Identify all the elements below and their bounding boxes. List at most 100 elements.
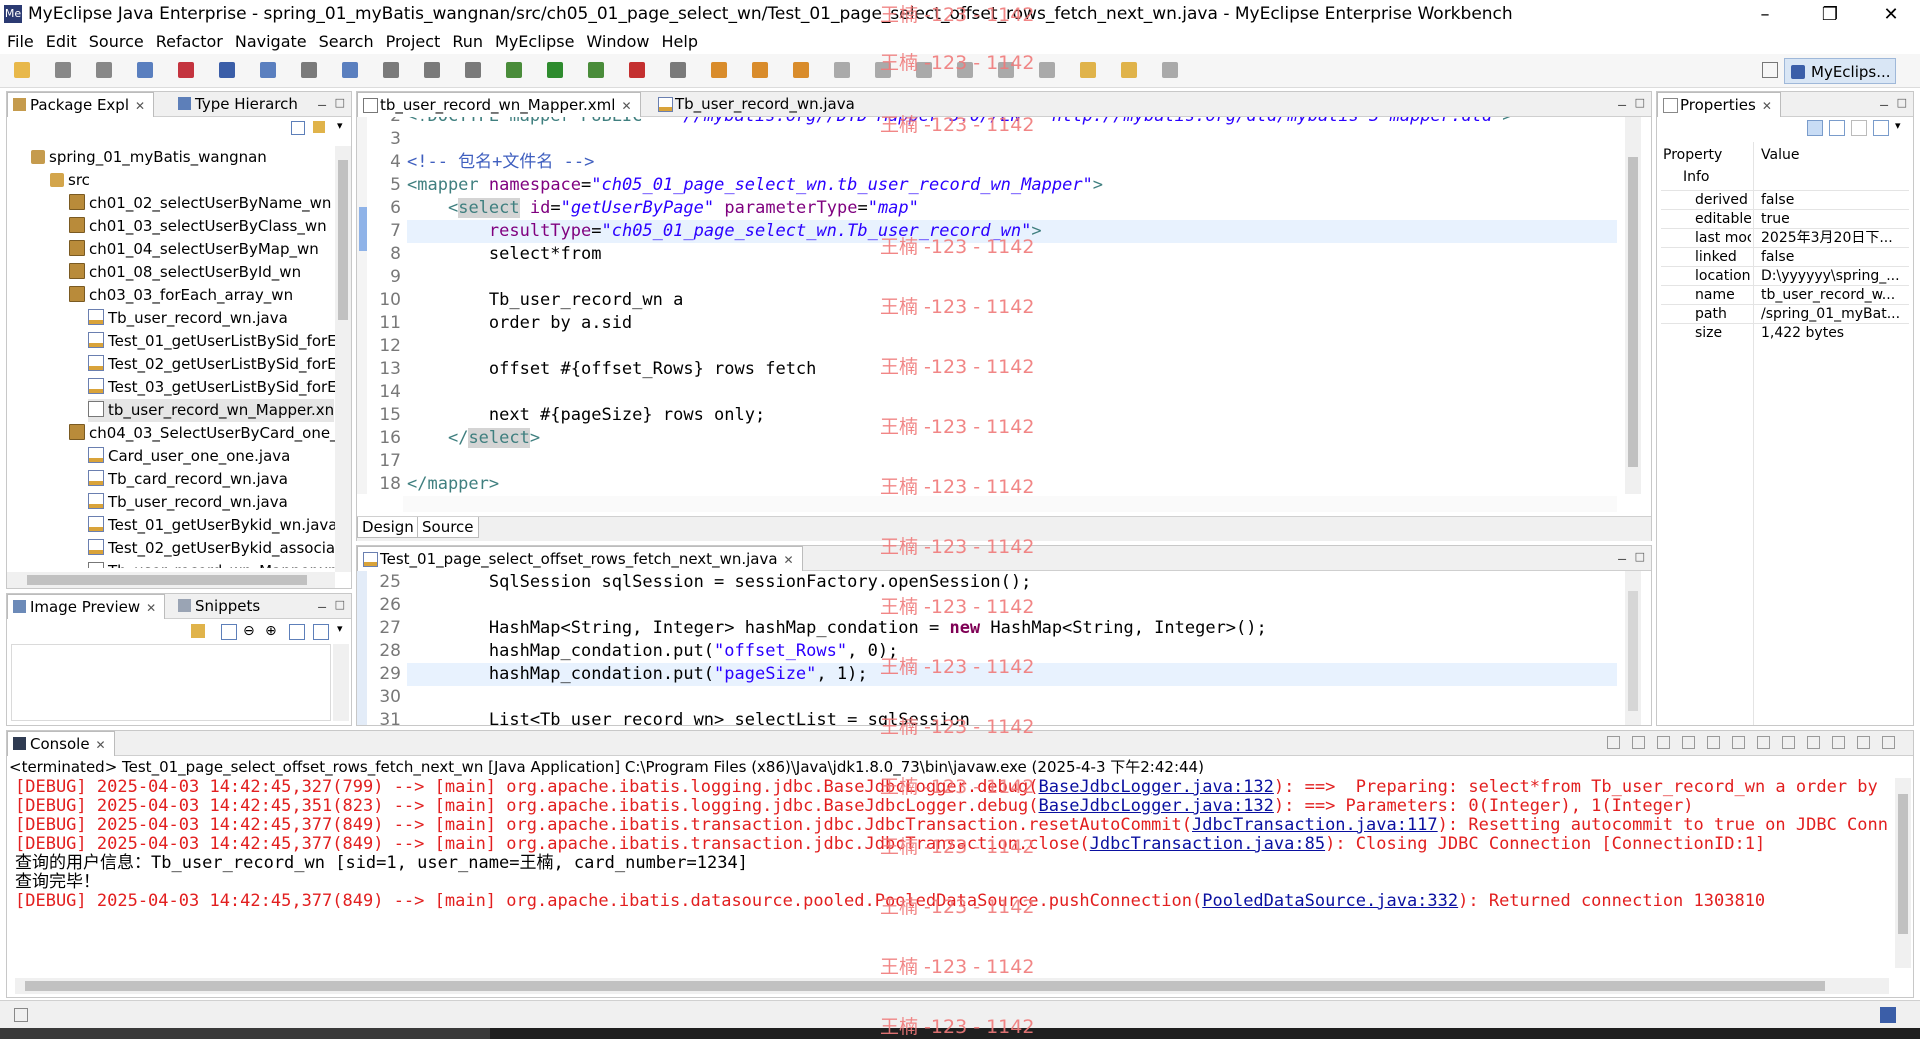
external-tools-icon[interactable] (629, 62, 645, 78)
code-line[interactable]: hashMap_condation.put("pageSize", 1); (407, 663, 868, 686)
scrollbar-thumb[interactable] (1628, 591, 1638, 711)
menu-refactor[interactable]: Refactor (149, 30, 228, 54)
property-value[interactable]: false (1761, 248, 1794, 267)
deploy-icon[interactable] (178, 62, 194, 78)
menu-source[interactable]: Source (82, 30, 149, 54)
fast-view-icon[interactable] (14, 1008, 28, 1022)
tree-item[interactable]: Test_02_getUserListBySid_forE (88, 353, 335, 376)
tree-item[interactable]: Test_03_getUserListBySid_forE (88, 376, 335, 399)
code-line[interactable]: HashMap<String, Integer> hashMap_condati… (407, 617, 1267, 640)
fit-window-icon[interactable] (313, 624, 329, 640)
package-icon[interactable] (670, 62, 686, 78)
maximize-view-icon[interactable]: □ (1897, 96, 1907, 109)
close-icon[interactable]: ✕ (96, 738, 106, 752)
scrollbar-thumb[interactable] (1898, 794, 1908, 934)
search-icon[interactable] (342, 62, 358, 78)
code-line[interactable]: <!-- 包名+文件名 --> (407, 151, 594, 174)
back-icon[interactable] (1080, 62, 1096, 78)
stacktrace-link[interactable]: JdbcTransaction.java:85 (1090, 834, 1325, 854)
java-vertical-scrollbar[interactable] (1625, 571, 1641, 725)
save-all-icon[interactable] (96, 62, 112, 78)
code-line[interactable]: offset #{offset_Rows} rows fetch (407, 358, 817, 381)
minimize-button[interactable]: – (1740, 0, 1790, 30)
coverage-icon[interactable] (588, 62, 604, 78)
property-name[interactable]: linked (1695, 248, 1751, 267)
property-value[interactable]: tb_user_record_w... (1761, 286, 1895, 305)
tab-properties[interactable]: Properties ✕ (1657, 92, 1781, 117)
edit-icon[interactable] (875, 62, 891, 78)
code-line[interactable]: select*from (407, 243, 602, 266)
link-with-editor-icon[interactable] (313, 121, 325, 133)
menu-navigate[interactable]: Navigate (228, 30, 312, 54)
minimize-view-icon[interactable]: ⚊ (317, 598, 327, 611)
console-vertical-scrollbar[interactable] (1895, 778, 1911, 968)
tab-design[interactable]: Design (357, 517, 419, 538)
build-icon[interactable] (424, 62, 440, 78)
code-line[interactable]: <select id="getUserByPage" parameterType… (407, 197, 919, 220)
tasks-icon[interactable] (957, 62, 973, 78)
open-type-icon[interactable] (260, 62, 276, 78)
menu-file[interactable]: File (0, 30, 39, 54)
close-icon[interactable]: ✕ (621, 99, 631, 113)
tree-item[interactable]: Tb_card_record_wn.java (88, 468, 288, 491)
console-output[interactable]: [DEBUG] 2025-04-03 14:42:45,327(799) -->… (15, 778, 1889, 948)
menu-window[interactable]: Window (579, 30, 654, 54)
fit-image-icon[interactable] (221, 624, 237, 640)
code-line[interactable]: SqlSession sqlSession = sessionFactory.o… (407, 571, 1031, 594)
debug-icon[interactable] (506, 62, 522, 78)
terminate-icon[interactable] (1607, 736, 1620, 749)
zoom-in-icon[interactable]: ⊕ (265, 623, 277, 639)
property-value[interactable]: 1,422 bytes (1761, 324, 1844, 343)
remove-all-icon[interactable] (1657, 736, 1670, 749)
tab-snippets[interactable]: Snippets (173, 594, 268, 618)
prev-annotation-icon[interactable] (1039, 62, 1055, 78)
tree-item[interactable]: Test_02_getUserBykid_associat (88, 537, 335, 560)
console-horizontal-scrollbar[interactable] (15, 978, 1889, 994)
view-menu-icon[interactable]: ▾ (337, 119, 343, 132)
display-console-icon[interactable] (1807, 736, 1820, 749)
open-console-icon[interactable] (1832, 736, 1845, 749)
code-line[interactable]: next #{pageSize} rows only; (407, 404, 765, 427)
actual-size-icon[interactable] (289, 624, 305, 640)
sync-icon[interactable] (191, 624, 205, 638)
property-value[interactable]: true (1761, 210, 1790, 229)
property-value[interactable]: /spring_01_myBat... (1761, 305, 1900, 324)
property-name[interactable]: location (1695, 267, 1751, 286)
close-icon[interactable]: ✕ (135, 99, 145, 113)
tree-item[interactable]: Card_user_one_one.java (88, 445, 290, 468)
menu-search[interactable]: Search (312, 30, 379, 54)
minimize-view-icon[interactable]: ⚊ (317, 96, 327, 109)
view-menu-icon[interactable]: ▾ (337, 622, 343, 635)
clear-console-icon[interactable] (1682, 736, 1695, 749)
property-value[interactable]: D:\yyyyyy\spring_... (1761, 267, 1900, 286)
scrollbar-thumb[interactable] (338, 160, 348, 320)
xml-code-area[interactable]: 23 4 5 6 7 8 9 10 11 12 13 14 15 16 17 18 <!DOCTYPE map… (357, 117, 1651, 494)
tree-item[interactable]: ch04_03_SelectUserByCard_one_c (69, 422, 335, 445)
code-line[interactable]: resultType="ch05_01_page_select_wn.Tb_us… (407, 220, 1042, 243)
stacktrace-link[interactable]: BaseJdbcLogger.java:132 (1039, 796, 1274, 816)
scrollbar-thumb[interactable] (25, 981, 1825, 991)
property-value[interactable]: 2025年3月20日下... (1761, 229, 1893, 248)
close-button[interactable]: ✕ (1866, 0, 1916, 30)
tree-item[interactable]: ch01_02_selectUserByName_wn (69, 192, 331, 215)
property-name[interactable]: editable (1695, 210, 1751, 229)
tree-item[interactable]: Tb_user_record_wn.java (88, 307, 288, 330)
forward-icon[interactable] (1121, 62, 1137, 78)
scrollbar-thumb[interactable] (27, 575, 307, 585)
tree-item[interactable]: Test_01_getUserBykid_wn.java (88, 514, 335, 537)
tab-image-preview[interactable]: Image Preview ✕ (7, 594, 166, 619)
show-advanced-icon[interactable] (1829, 120, 1845, 136)
close-icon[interactable]: ✕ (1762, 99, 1772, 113)
tree-vertical-scrollbar[interactable] (335, 146, 351, 572)
property-name[interactable]: name (1695, 286, 1751, 305)
remove-launch-icon[interactable] (1632, 736, 1645, 749)
tree-item[interactable]: ch01_03_selectUserByClass_wn (69, 215, 327, 238)
open-perspective-icon[interactable] (1762, 62, 1778, 78)
menu-help[interactable]: Help (655, 30, 703, 54)
property-name[interactable]: derived (1695, 191, 1751, 210)
xml-horizontal-scrollbar[interactable] (403, 496, 1617, 512)
menu-edit[interactable]: Edit (39, 30, 82, 54)
save-icon[interactable] (55, 62, 71, 78)
new-icon[interactable] (14, 62, 30, 78)
scroll-lock-icon[interactable] (1707, 736, 1720, 749)
